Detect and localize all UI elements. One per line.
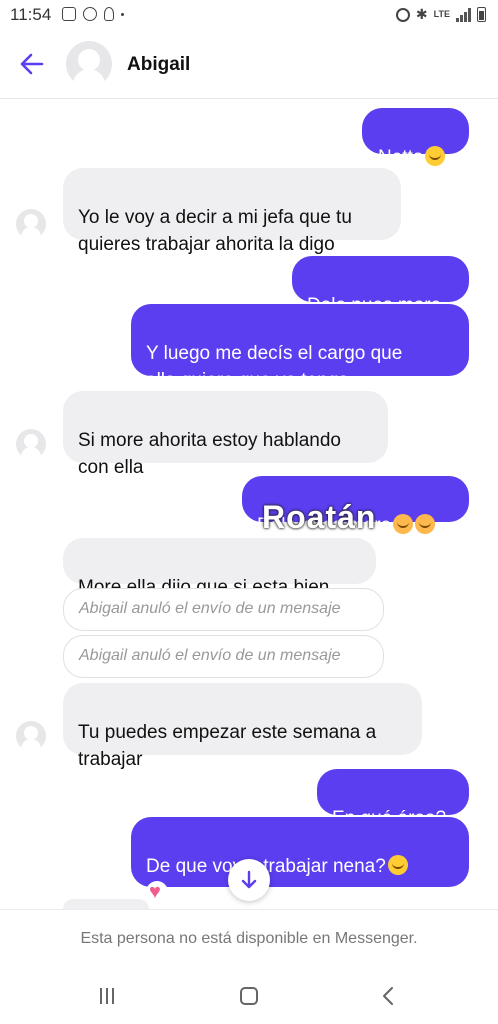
scroll-down-button[interactable] bbox=[228, 859, 270, 901]
message-text: Si more ahorita estoy hablando con ella bbox=[78, 430, 341, 478]
message-outgoing[interactable]: Netta bbox=[362, 108, 469, 168]
message-text: Yo le voy a decir a mi jefa que tu quier… bbox=[78, 207, 352, 255]
system-navigation-bar bbox=[0, 964, 498, 1024]
accessibility-notification-icon bbox=[104, 7, 114, 21]
hugging-face-icon bbox=[387, 855, 408, 875]
pleading-face-icon bbox=[393, 514, 414, 534]
avatar-icon bbox=[16, 429, 46, 459]
status-time: 11:54 bbox=[10, 5, 52, 24]
message-text: Y luego me decís el cargo que ella quier… bbox=[146, 343, 403, 391]
message-text: Tu puedes empezar este semana a trabajar bbox=[78, 722, 377, 770]
b-notification-icon bbox=[83, 7, 97, 21]
message-text: Dale pues more bbox=[257, 515, 392, 536]
alarm-icon bbox=[395, 7, 410, 22]
lte-label: LTE bbox=[433, 9, 450, 19]
avatar-icon bbox=[16, 209, 46, 239]
message-outgoing[interactable]: De que voy a trabajar nena? bbox=[131, 817, 469, 906]
message-outgoing[interactable]: Y luego me decís el cargo que ella quier… bbox=[131, 304, 469, 391]
unavailable-notice-bar: Esta persona no está disponible en Messe… bbox=[0, 909, 498, 965]
message-outgoing[interactable]: En qué área? bbox=[317, 769, 469, 829]
back-arrow-icon[interactable] bbox=[16, 50, 48, 78]
messenger-screen: 11:54 ✱ LTE Abigail Netta Yo le voy a de… bbox=[0, 0, 498, 1024]
unavailable-notice-text: Esta persona no está disponible en Messe… bbox=[80, 930, 418, 947]
bluetooth-icon: ✱ bbox=[415, 6, 428, 22]
contact-name[interactable]: Abigail bbox=[127, 54, 190, 76]
pleading-face-icon bbox=[415, 514, 436, 534]
unsent-text: Abigail anuló el envío de un mensaje bbox=[79, 600, 341, 617]
status-bar: 11:54 ✱ LTE bbox=[0, 0, 498, 30]
conversation-header: Abigail bbox=[0, 30, 498, 99]
signal-icon bbox=[456, 7, 471, 22]
unsent-text: Abigail anuló el envío de un mensaje bbox=[79, 647, 341, 664]
message-outgoing[interactable]: Dale pues more bbox=[292, 256, 469, 316]
battery-icon bbox=[477, 7, 486, 22]
more-notifications-icon bbox=[121, 12, 124, 16]
nav-back-icon[interactable] bbox=[382, 986, 394, 1006]
avatar-icon bbox=[16, 721, 46, 751]
home-icon[interactable] bbox=[240, 987, 258, 1005]
gallery-notification-icon bbox=[62, 7, 76, 21]
message-list[interactable]: Netta Yo le voy a decir a mi jefa que tu… bbox=[0, 99, 498, 911]
grinning-face-icon bbox=[425, 146, 446, 166]
message-outgoing[interactable]: Dale pues more bbox=[242, 476, 469, 536]
unsent-message-notice: Abigail anuló el envío de un mensaje bbox=[63, 588, 384, 631]
status-system-icons: ✱ LTE bbox=[395, 6, 486, 23]
heart-icon bbox=[146, 879, 168, 906]
unsent-message-notice: Abigail anuló el envío de un mensaje bbox=[63, 635, 384, 678]
message-incoming[interactable]: Yo le voy a decir a mi jefa que tu quier… bbox=[63, 168, 401, 255]
status-notification-icons bbox=[62, 7, 124, 21]
message-incoming[interactable]: Tu puedes empezar este semana a trabajar bbox=[63, 683, 422, 770]
recents-icon[interactable] bbox=[100, 988, 114, 1004]
message-incoming[interactable]: Si more ahorita estoy hablando con ella bbox=[63, 391, 388, 478]
scroll-down-icon bbox=[241, 870, 257, 889]
message-text: Netta bbox=[378, 147, 424, 168]
message-incoming[interactable]: More ella dijo que si esta bien bbox=[63, 538, 376, 598]
contact-avatar[interactable] bbox=[66, 41, 112, 87]
